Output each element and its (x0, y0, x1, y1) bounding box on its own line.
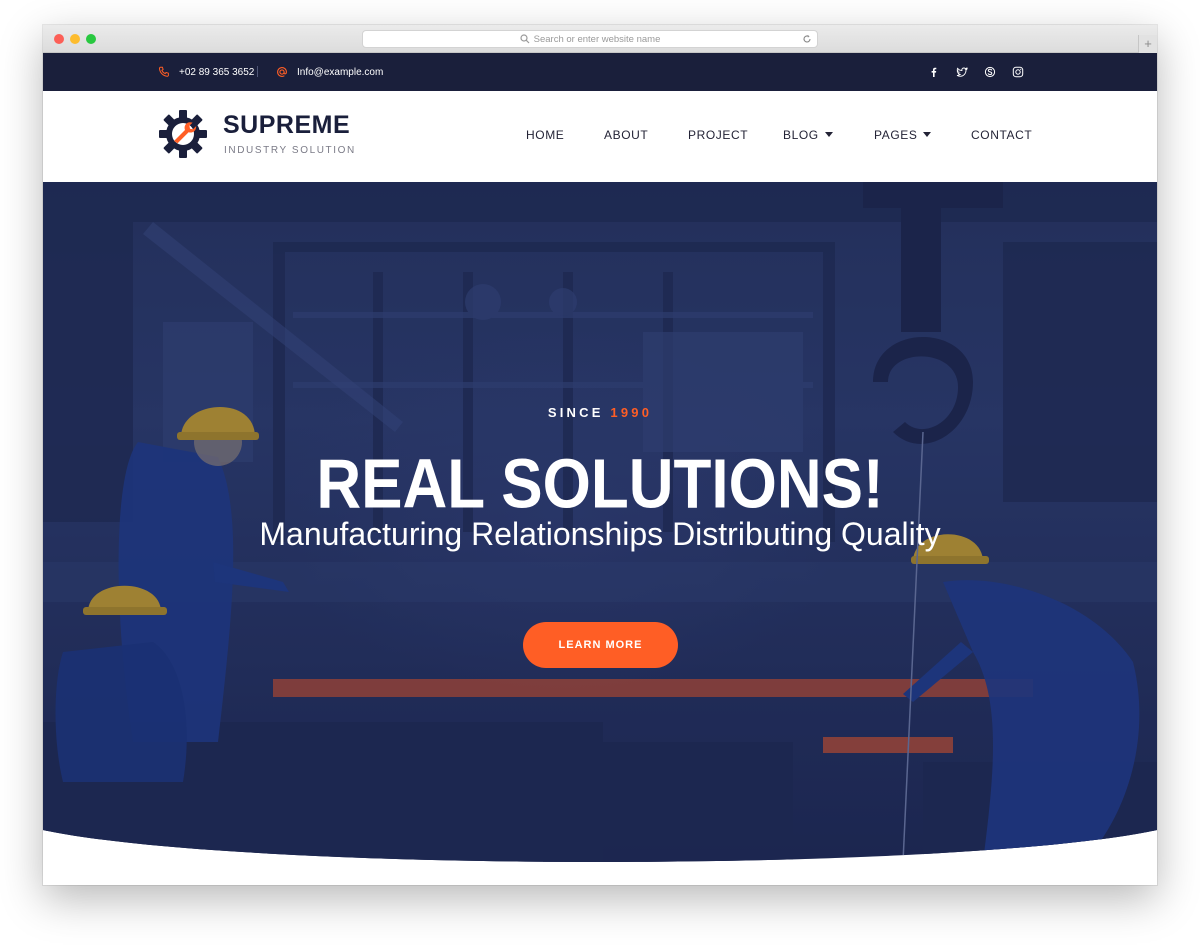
zoom-window-button[interactable] (86, 34, 96, 44)
search-icon (520, 34, 530, 44)
address-placeholder: Search or enter website name (533, 33, 661, 45)
hero-background: SINCE 1990 REAL SOLUTIONS! Manufacturing… (43, 182, 1157, 862)
phone-icon (158, 66, 169, 77)
logo-wordmark[interactable]: SUPREME (223, 111, 350, 140)
facebook-link[interactable] (926, 53, 942, 91)
nav-home[interactable]: HOME (526, 128, 564, 142)
since-year: 1990 (610, 405, 653, 420)
skype-link[interactable] (982, 53, 998, 91)
nav-about[interactable]: ABOUT (604, 128, 648, 142)
chevron-down-icon (923, 132, 932, 137)
since-tagline: SINCE 1990 (43, 405, 1157, 420)
browser-toolbar: Search or enter website name + (43, 25, 1157, 53)
logo-tagline: INDUSTRY SOLUTION (224, 145, 356, 156)
new-tab-button[interactable]: + (1138, 35, 1157, 53)
hero-headline: REAL SOLUTIONS! (316, 446, 884, 524)
reload-icon[interactable] (802, 34, 812, 44)
hero-subheadline: Manufacturing Relationships Distributing… (259, 516, 941, 552)
instagram-icon (1012, 66, 1024, 78)
gear-wrench-logo-icon[interactable] (158, 109, 208, 159)
email-contact[interactable]: Info@example.com (276, 53, 383, 91)
twitter-link[interactable] (954, 53, 970, 91)
facebook-icon (931, 67, 937, 77)
email-address: Info@example.com (297, 66, 384, 78)
phone-number: +02 89 365 3652 (179, 66, 255, 78)
address-bar[interactable]: Search or enter website name (362, 30, 818, 48)
since-label: SINCE (547, 405, 604, 420)
browser-window: Search or enter website name + +02 89 36… (43, 25, 1157, 885)
phone-contact[interactable]: +02 89 365 3652 (158, 53, 254, 91)
top-contact-bar: +02 89 365 3652 Info@example.com (43, 53, 1157, 91)
nav-blog-label: BLOG (783, 128, 819, 142)
chevron-down-icon (824, 132, 833, 137)
nav-pages[interactable]: PAGES (874, 128, 932, 142)
nav-blog[interactable]: BLOG (783, 128, 833, 142)
skype-icon (984, 66, 996, 78)
twitter-icon (956, 67, 968, 77)
nav-pages-label: PAGES (874, 128, 918, 142)
site-header: SUPREME INDUSTRY SOLUTION HOME ABOUT PRO… (43, 91, 1157, 182)
topbar-divider (257, 66, 258, 77)
nav-project[interactable]: PROJECT (688, 128, 748, 142)
learn-more-button[interactable]: LEARN MORE (523, 622, 678, 668)
close-window-button[interactable] (54, 34, 64, 44)
nav-contact[interactable]: CONTACT (971, 128, 1032, 142)
instagram-link[interactable] (1010, 53, 1026, 91)
at-sign-icon (277, 67, 287, 77)
hero-section: SINCE 1990 REAL SOLUTIONS! Manufacturing… (43, 182, 1157, 885)
minimize-window-button[interactable] (70, 34, 80, 44)
